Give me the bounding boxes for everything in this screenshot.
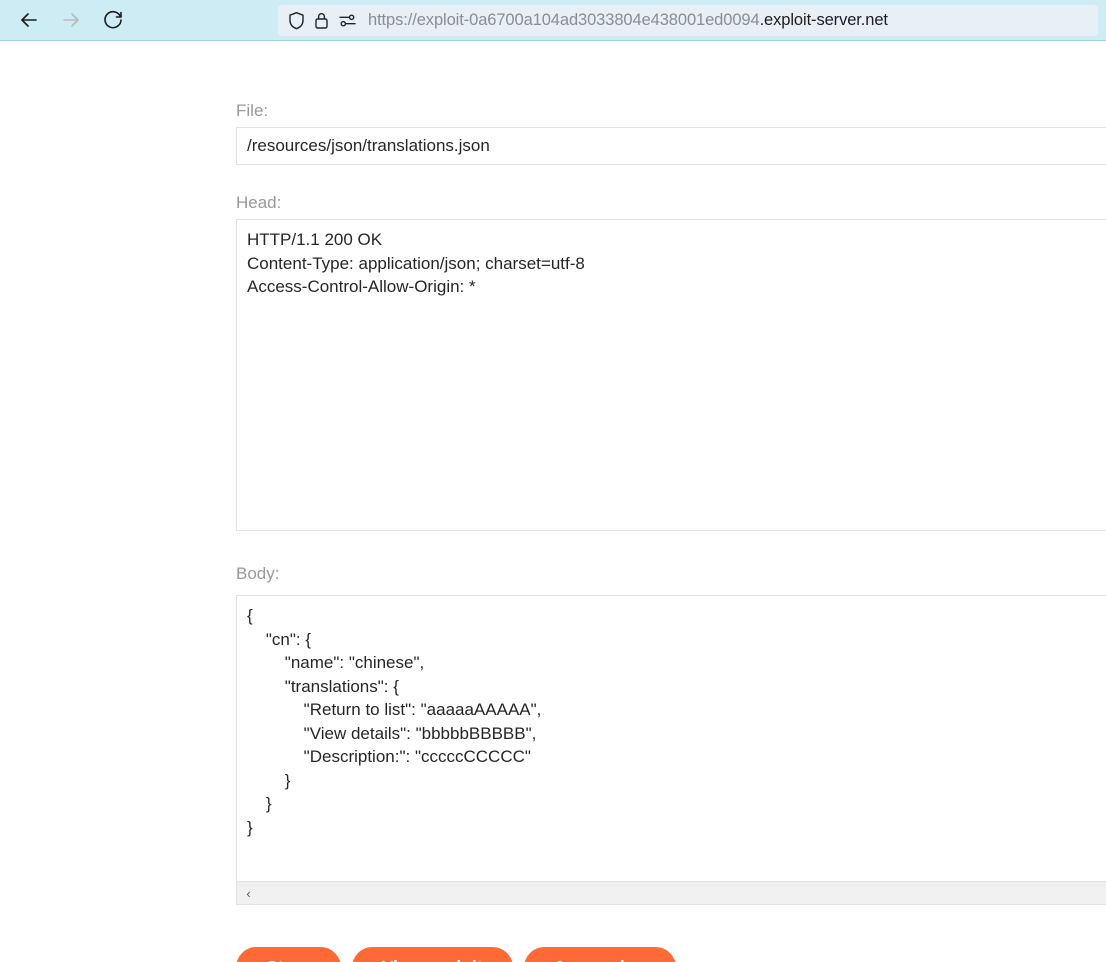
url-text: https://exploit-0a6700a104ad3033804e4380…	[368, 11, 888, 30]
lock-icon[interactable]	[314, 11, 329, 30]
body-textarea[interactable]	[236, 595, 1106, 882]
forward-arrow-icon	[63, 13, 79, 27]
view-exploit-button[interactable]: View exploit	[351, 947, 513, 962]
file-label: File:	[236, 101, 269, 120]
scroll-left-arrow-icon[interactable]: ‹	[237, 882, 260, 905]
body-label: Body:	[236, 564, 280, 583]
permissions-icon[interactable]	[338, 12, 357, 29]
reload-icon	[104, 10, 122, 29]
access-log-button[interactable]: Access log	[523, 947, 676, 962]
url-host: .exploit-server.net	[759, 11, 888, 29]
shield-icon[interactable]	[288, 11, 305, 30]
reload-button[interactable]	[92, 3, 134, 37]
head-textarea[interactable]	[236, 219, 1106, 531]
body-horizontal-scrollbar[interactable]: ‹	[236, 882, 1106, 905]
file-input[interactable]	[236, 127, 1106, 165]
browser-toolbar: https://exploit-0a6700a104ad3033804e4380…	[0, 0, 1106, 41]
back-arrow-icon	[21, 13, 37, 27]
store-button[interactable]: Store	[236, 947, 341, 962]
forward-button[interactable]	[50, 3, 92, 37]
head-label: Head:	[236, 193, 282, 212]
back-button[interactable]	[8, 3, 50, 37]
action-button-row: Store View exploit Access log	[236, 947, 676, 962]
exploit-server-page: File: Head: Body: ‹ Store View exploit A…	[0, 41, 1106, 962]
address-bar[interactable]: https://exploit-0a6700a104ad3033804e4380…	[278, 5, 1098, 36]
url-prefix: https://exploit-0a6700a104ad3033804e4380…	[368, 11, 760, 29]
